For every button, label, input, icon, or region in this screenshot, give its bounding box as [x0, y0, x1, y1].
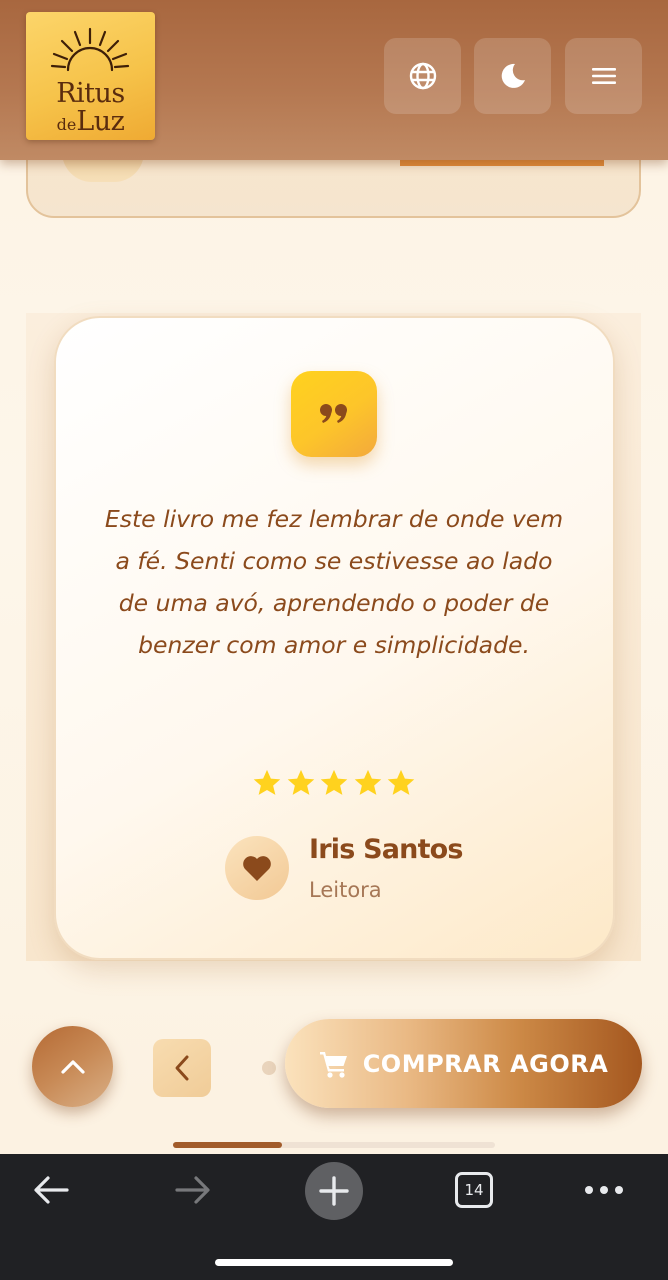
logo-subtitle: deLuz: [26, 106, 155, 137]
buy-now-button[interactable]: COMPRAR AGORA: [285, 1019, 642, 1108]
logo-title: Ritus: [56, 78, 125, 109]
language-button[interactable]: [384, 38, 461, 114]
testimonial-quote: Este livro me fez lembrar de onde vem a …: [104, 505, 564, 659]
browser-tabs-button[interactable]: 14: [455, 1172, 493, 1208]
browser-new-tab-button[interactable]: [305, 1162, 363, 1220]
top-header: Ritus deLuz: [0, 0, 668, 160]
scroll-to-top-button[interactable]: [32, 1026, 113, 1107]
tab-count: 14: [464, 1181, 484, 1199]
star-rating: [252, 768, 416, 804]
browser-more-button[interactable]: [582, 1178, 626, 1202]
theme-toggle-button[interactable]: [474, 38, 551, 114]
ritus-de-luz-logo[interactable]: Ritus deLuz: [26, 12, 155, 140]
browser-forward-button[interactable]: [172, 1172, 214, 1208]
star-icon: [253, 769, 281, 795]
hamburger-menu-icon: [591, 68, 616, 84]
carousel-progress-fill: [173, 1142, 283, 1148]
menu-button[interactable]: [565, 38, 642, 114]
home-indicator: [215, 1259, 453, 1266]
chevron-up-icon: [60, 1059, 85, 1074]
logo-subtitle-luz: Luz: [76, 106, 125, 137]
chevron-left-icon: [175, 1055, 189, 1081]
star-icon: [320, 769, 348, 795]
globe-icon: [409, 62, 436, 90]
browser-back-button[interactable]: [30, 1172, 72, 1208]
author-avatar: [225, 836, 289, 900]
cart-icon: [319, 1051, 347, 1078]
star-icon: [354, 769, 381, 795]
quote-icon: [320, 404, 347, 423]
more-dots-icon: [585, 1186, 623, 1194]
rising-sun-icon: [50, 27, 130, 72]
carousel-progress-track: [173, 1142, 495, 1148]
author-name: Iris Santos: [309, 834, 464, 865]
arrow-right-icon: [175, 1176, 210, 1204]
previous-card-accent-bar: [400, 160, 604, 166]
carousel-prev-button[interactable]: [153, 1039, 211, 1097]
quote-badge: [291, 371, 377, 457]
plus-icon: [319, 1176, 349, 1206]
logo-subtitle-de: de: [56, 115, 77, 134]
star-icon: [387, 769, 415, 795]
author-role: Leitora: [309, 878, 382, 902]
star-icon: [287, 769, 314, 795]
buy-now-label: COMPRAR AGORA: [362, 1049, 609, 1078]
carousel-dot[interactable]: [262, 1061, 276, 1075]
arrow-left-icon: [34, 1176, 69, 1204]
heart-icon: [243, 856, 271, 881]
moon-icon: [501, 63, 525, 88]
